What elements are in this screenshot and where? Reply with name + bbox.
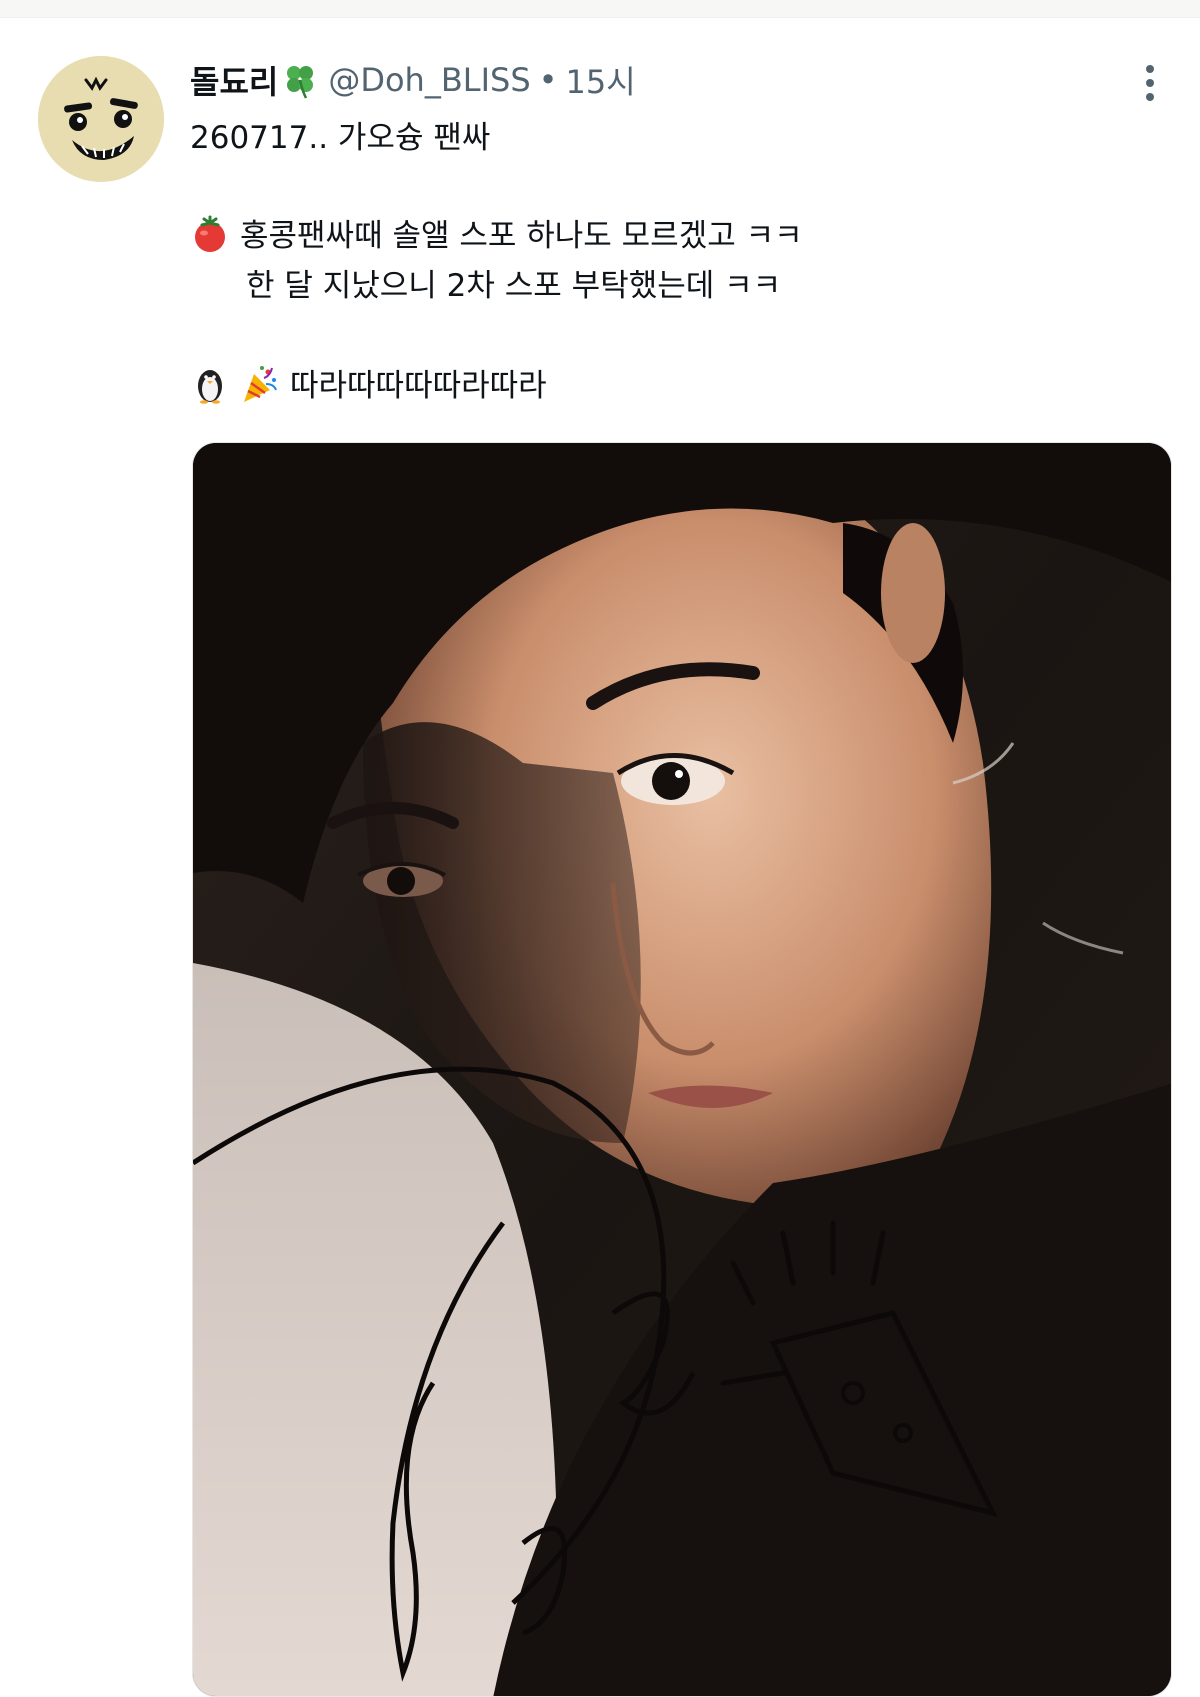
post-text-line-2-content: 홍콩팬싸때 솔앨 스포 하나도 모르겠고 ㅋㅋ: [240, 218, 803, 254]
top-strip: [0, 0, 1200, 18]
avatar-face-icon: [38, 56, 164, 182]
avatar[interactable]: [38, 56, 164, 182]
post-text-line-3: 한 달 지났으니 2차 스포 부탁했는데 ㅋㅋ: [246, 268, 782, 304]
separator-dot: •: [538, 61, 558, 99]
post-photo[interactable]: [192, 442, 1172, 1697]
timestamp[interactable]: 15시: [566, 57, 636, 103]
post-text-line-2: 홍콩팬싸때 솔앨 스포 하나도 모르겠고 ㅋㅋ: [190, 214, 803, 258]
user-handle[interactable]: @Doh_BLISS: [328, 61, 530, 99]
penguin-icon: [190, 364, 230, 404]
display-name[interactable]: 돌됴리: [190, 57, 278, 103]
tomato-icon: [190, 214, 230, 254]
party-popper-icon: [240, 364, 280, 404]
post-text-line-4-content: 따라따따따따라따라: [290, 368, 547, 404]
more-vertical-icon: [1146, 65, 1154, 73]
more-options-button[interactable]: [1130, 58, 1170, 108]
tweet[interactable]: 돌됴리 @Doh_BLISS • 15시 260717.. 가오슝 팬싸 홍콩팬…: [0, 18, 1200, 1697]
post-text-line-4: 따라따따따따라따라: [190, 364, 547, 408]
post-text-line-1: 260717.. 가오슝 팬싸: [190, 120, 491, 156]
four-leaf-clover-icon: [280, 60, 320, 100]
post-header: 돌됴리 @Doh_BLISS • 15시: [190, 58, 636, 102]
signed-photocard-image: [193, 443, 1171, 1696]
